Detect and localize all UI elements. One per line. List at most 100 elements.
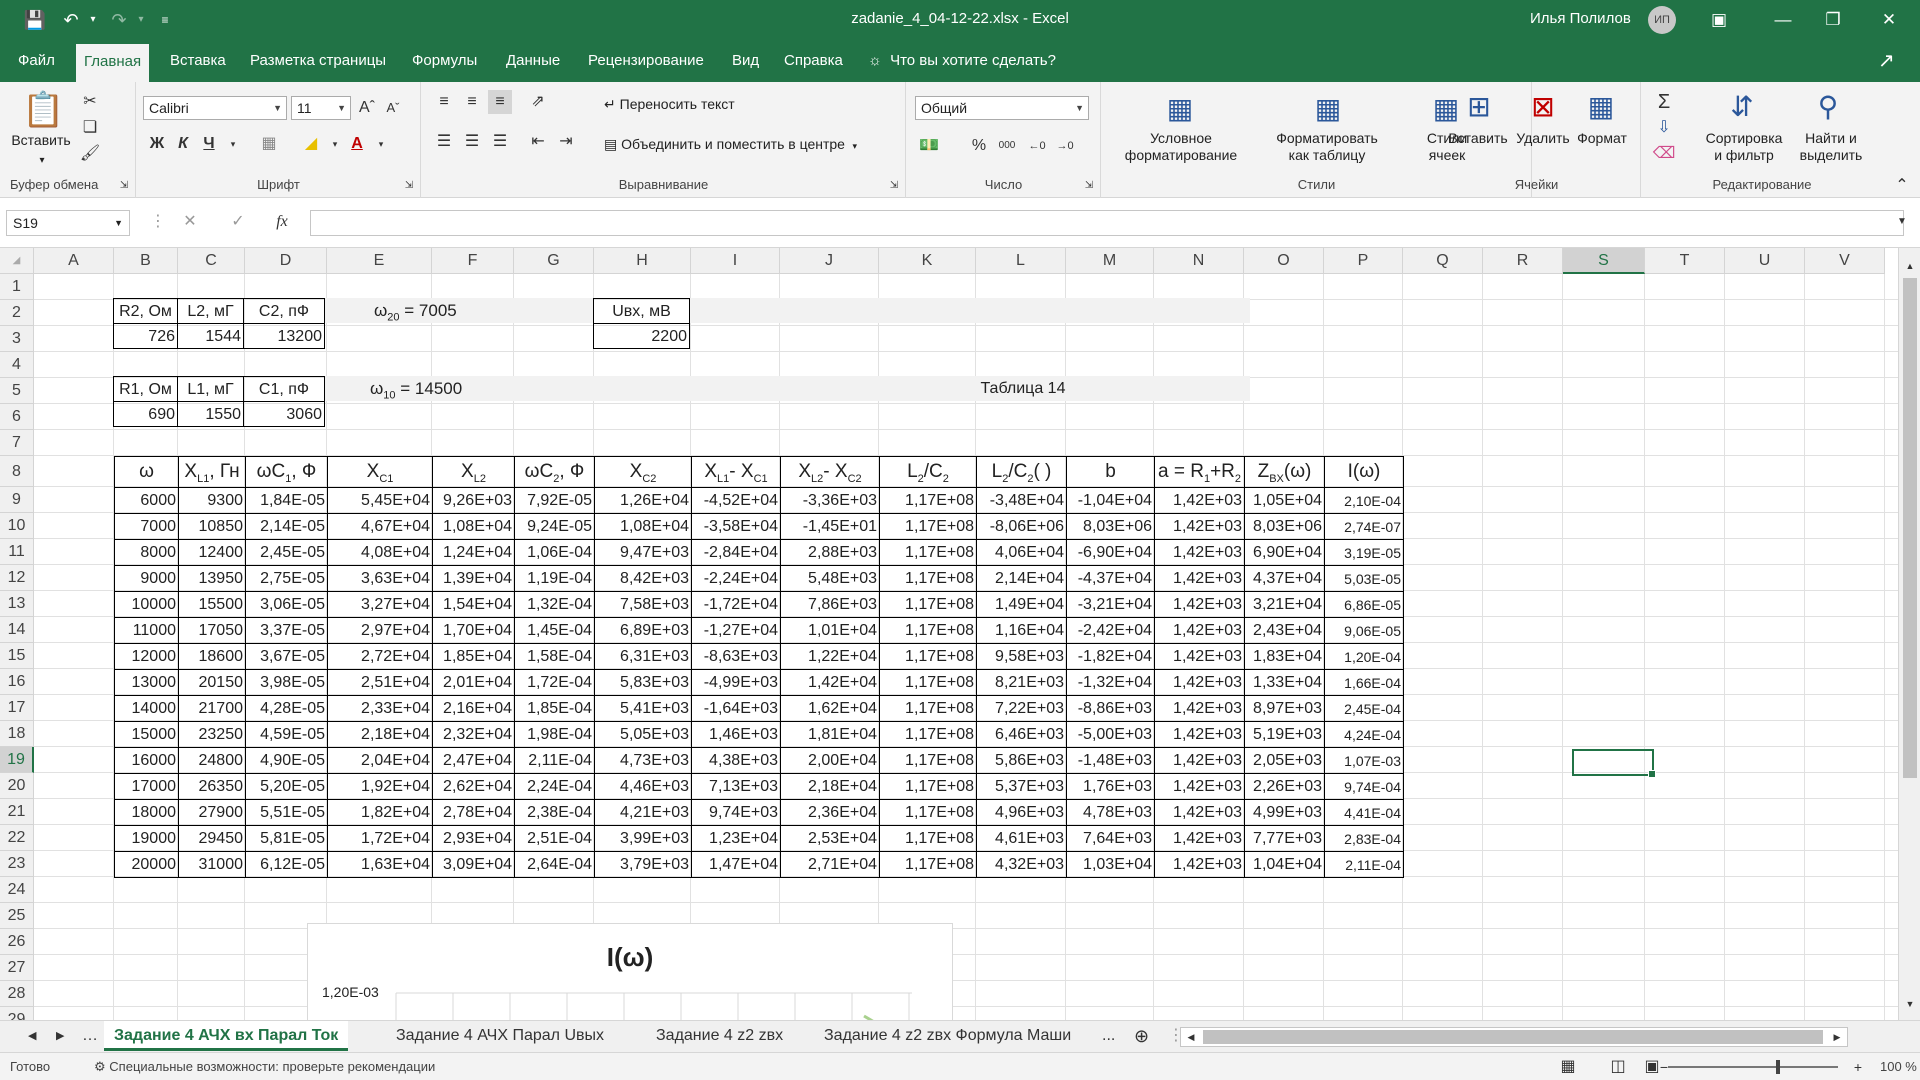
table-cell[interactable]: 1,81E+04 (780, 721, 880, 748)
tell-me-search[interactable]: ☼ Что вы хотите сделать? (868, 40, 1056, 82)
table-cell[interactable]: 9300 (178, 487, 246, 514)
table-cell[interactable]: 19000 (114, 825, 179, 852)
accounting-icon[interactable]: 💵 (917, 134, 941, 158)
row-header-26[interactable]: 26 (0, 929, 34, 955)
table-header-cell[interactable]: ωC1, Ф (245, 456, 328, 488)
table-cell[interactable]: 17000 (114, 773, 179, 800)
table-cell[interactable]: 1,42E+03 (1154, 773, 1245, 800)
table-header-cell[interactable]: XL2- XC2 (780, 456, 880, 488)
table-cell[interactable]: 2,18E+04 (327, 721, 433, 748)
table-header-cell[interactable]: L2/C2( ) (976, 456, 1067, 488)
row-header-29[interactable]: 29 (0, 1007, 34, 1020)
table-cell[interactable]: 3,99E+03 (594, 825, 692, 852)
table-cell[interactable]: 1,76E+03 (1066, 773, 1155, 800)
more-sheets-icon[interactable]: … (72, 1021, 108, 1051)
table-cell[interactable]: 7000 (114, 513, 179, 540)
table-cell[interactable]: 9,06E-05 (1324, 617, 1404, 644)
table-cell[interactable]: 7,92E-05 (514, 487, 595, 514)
uvx-value[interactable]: 2200 (593, 323, 690, 349)
paste-icon[interactable]: 📋 (22, 90, 64, 130)
decrease-font-icon[interactable]: Aˇ (381, 96, 405, 120)
increase-font-icon[interactable]: Aˆ (355, 96, 379, 120)
table-cell[interactable]: -1,64E+03 (691, 695, 781, 722)
table-cell[interactable]: 1,39E+04 (432, 565, 515, 592)
table-cell[interactable]: 1,42E+03 (1154, 565, 1245, 592)
row-header-14[interactable]: 14 (0, 617, 34, 643)
table-cell[interactable]: 2,74E-07 (1324, 513, 1404, 540)
table-cell[interactable]: 4,08E+04 (327, 539, 433, 566)
table-cell[interactable]: 2,75E-05 (245, 565, 328, 592)
zoom-slider[interactable] (1668, 1066, 1838, 1068)
column-header-v[interactable]: V (1805, 248, 1885, 274)
table-cell[interactable]: -2,84E+04 (691, 539, 781, 566)
sheet-tab-1[interactable]: Задание 4 АЧХ вх Парал Ток (104, 1021, 349, 1051)
table-cell[interactable]: 1,19E-04 (514, 565, 595, 592)
column-header-g[interactable]: G (514, 248, 594, 274)
c1-header[interactable]: C1, пФ (243, 376, 325, 402)
table-cell[interactable]: 6,86E-05 (1324, 591, 1404, 618)
table-cell[interactable]: 5,19E+03 (1244, 721, 1325, 748)
table-cell[interactable]: 3,63E+04 (327, 565, 433, 592)
table-cell[interactable]: 3,37E-05 (245, 617, 328, 644)
worksheet-grid[interactable]: ◢ ABCDEFGHIJKLMNOPQRSTUV 1 2 3 4 5 6 7 8 9 10 11 12… (0, 248, 1898, 1020)
table-cell[interactable]: -3,36E+03 (780, 487, 880, 514)
row-header-20[interactable]: 20 (0, 773, 34, 799)
table-cell[interactable]: 2,10E-04 (1324, 487, 1404, 514)
row-header-27[interactable]: 27 (0, 955, 34, 981)
table-cell[interactable]: 2,11E-04 (1324, 851, 1404, 878)
table-cell[interactable]: 1,70E+04 (432, 617, 515, 644)
table-cell[interactable]: 1,17E+08 (879, 799, 977, 826)
table-cell[interactable]: 1,24E+04 (432, 539, 515, 566)
find-select-button[interactable]: Найти и выделить (1788, 130, 1874, 164)
r1-value[interactable]: 690 (113, 401, 178, 427)
row-header-23[interactable]: 23 (0, 851, 34, 877)
table-cell[interactable]: -1,48E+03 (1066, 747, 1155, 774)
paste-button[interactable]: Вставить (6, 132, 76, 149)
zoom-level[interactable]: 100 % (1880, 1059, 1917, 1074)
font-name-combo[interactable]: Calibri ▼ (143, 96, 287, 120)
table-cell[interactable]: 2,97E+04 (327, 617, 433, 644)
scroll-left-icon[interactable]: ◀ (1181, 1025, 1201, 1049)
fill-color-icon[interactable]: ◢ (299, 132, 323, 156)
table-cell[interactable]: 4,61E+03 (976, 825, 1067, 852)
table-cell[interactable]: 3,79E+03 (594, 851, 692, 878)
tab-formulas[interactable]: Формулы (404, 40, 485, 82)
table-cell[interactable]: 1,82E+04 (327, 799, 433, 826)
table-cell[interactable]: 20150 (178, 669, 246, 696)
column-header-b[interactable]: B (114, 248, 178, 274)
table-cell[interactable]: 1,42E+03 (1154, 799, 1245, 826)
table-cell[interactable]: 10850 (178, 513, 246, 540)
tab-data[interactable]: Данные (498, 40, 568, 82)
table-cell[interactable]: 1,08E+04 (594, 513, 692, 540)
sheet-tab-4[interactable]: Задание 4 z2 zвх Формула Маши (814, 1021, 1081, 1051)
table-cell[interactable]: 6,31E+03 (594, 643, 692, 670)
sort-filter-icon[interactable]: ⇵ (1722, 90, 1762, 123)
comma-style-icon[interactable]: 000 (995, 134, 1019, 158)
horizontal-scroll-thumb[interactable] (1203, 1030, 1823, 1044)
table-cell[interactable]: 1,01E+04 (780, 617, 880, 644)
table-cell[interactable]: 1,20E-04 (1324, 643, 1404, 670)
table-cell[interactable]: 1,08E+04 (432, 513, 515, 540)
column-header-s[interactable]: S (1563, 248, 1645, 274)
formula-input[interactable] (310, 210, 1904, 236)
accessibility-status[interactable]: ⚙ Специальные возможности: проверьте рек… (94, 1059, 435, 1075)
table-cell[interactable]: 1,84E-05 (245, 487, 328, 514)
row-header-28[interactable]: 28 (0, 981, 34, 1007)
table-cell[interactable]: 6,90E+04 (1244, 539, 1325, 566)
omega10-label[interactable]: ω10 = 14500 (368, 376, 464, 408)
table-cell[interactable]: -4,52E+04 (691, 487, 781, 514)
row-header-7[interactable]: 7 (0, 430, 34, 456)
tab-help[interactable]: Справка (776, 40, 851, 82)
l1-value[interactable]: 1550 (177, 401, 244, 427)
copy-icon[interactable]: ❏ (78, 116, 102, 140)
row-header-15[interactable]: 15 (0, 643, 34, 669)
table-cell[interactable]: 2,01E+04 (432, 669, 515, 696)
table-cell[interactable]: -4,37E+04 (1066, 565, 1155, 592)
table-cell[interactable]: 1,04E+04 (1244, 851, 1325, 878)
zoom-slider-knob[interactable] (1776, 1060, 1780, 1074)
table-cell[interactable]: 4,96E+03 (976, 799, 1067, 826)
bold-button[interactable]: Ж (145, 132, 169, 156)
table-cell[interactable]: 1,98E-04 (514, 721, 595, 748)
table-cell[interactable]: 3,98E-05 (245, 669, 328, 696)
table-cell[interactable]: 2,64E-04 (514, 851, 595, 878)
